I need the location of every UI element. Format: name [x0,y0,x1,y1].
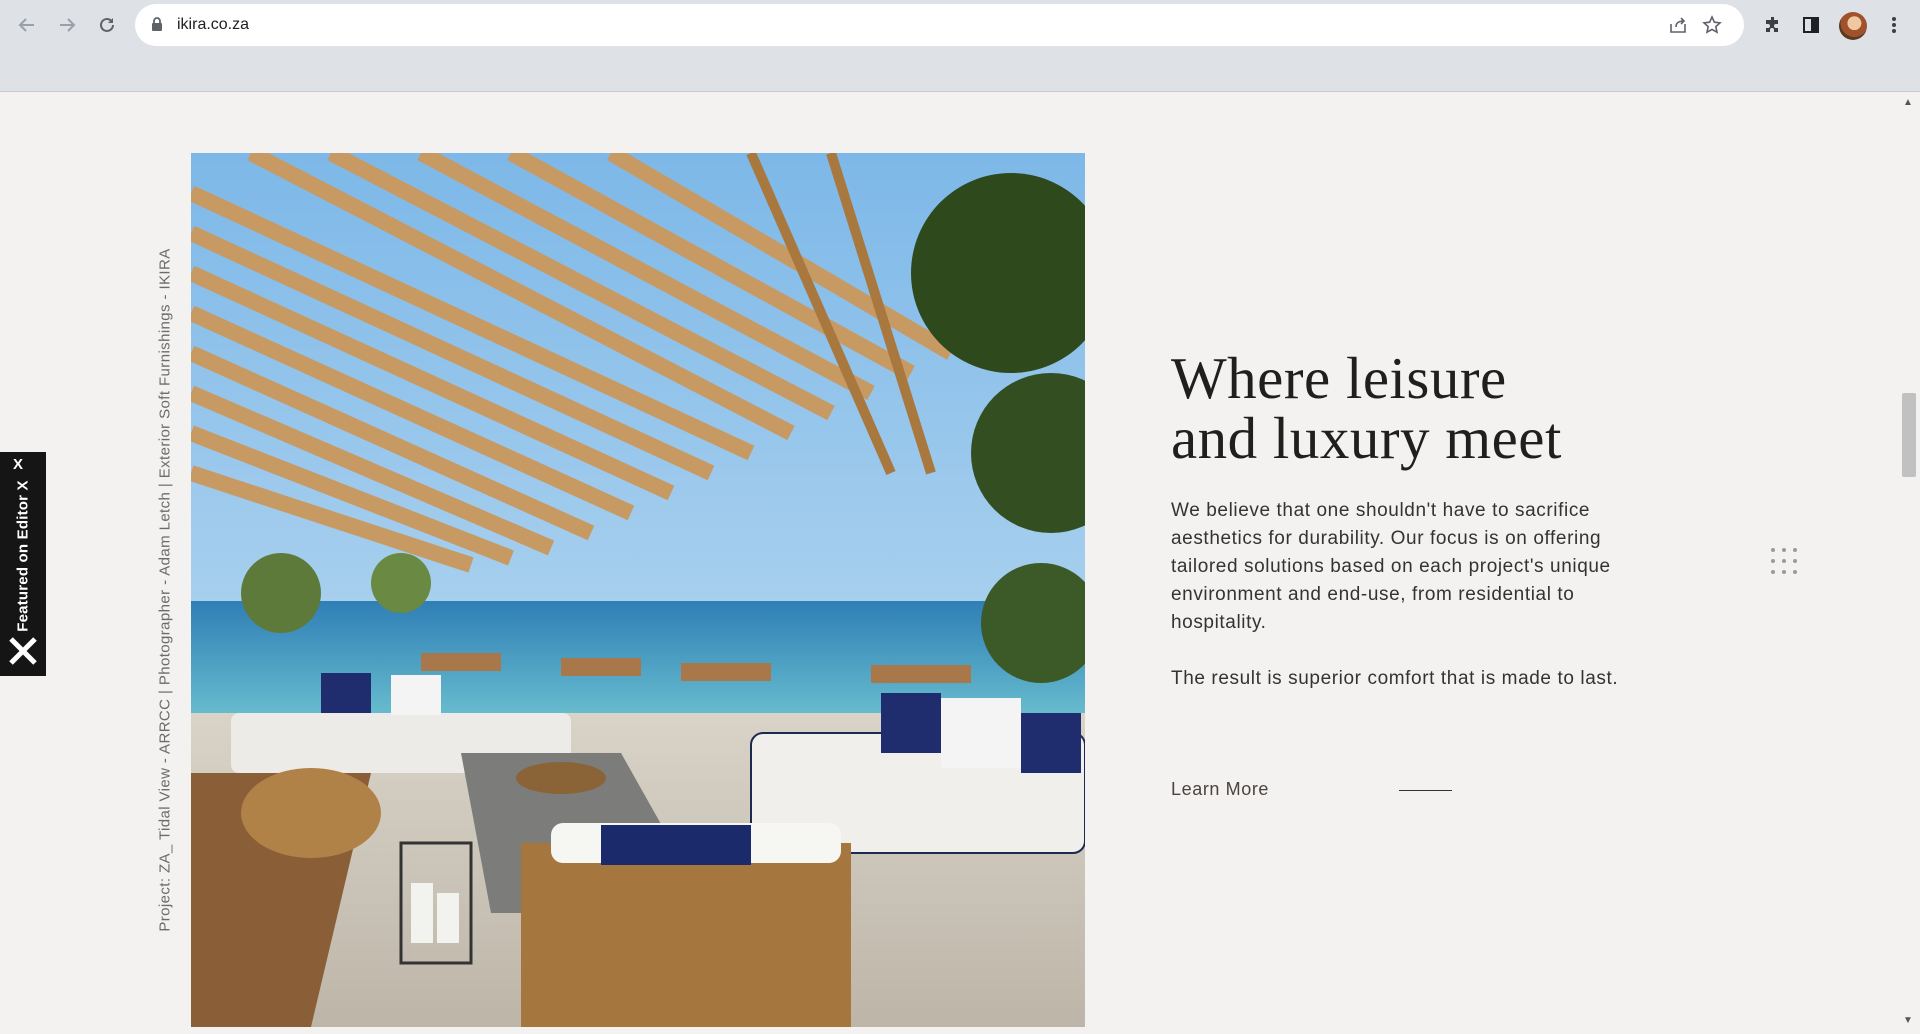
avatar[interactable] [1839,12,1867,40]
scrollbar-thumb[interactable] [1902,393,1916,477]
extensions-icon[interactable] [1759,11,1787,39]
back-icon[interactable] [10,8,44,42]
heading-line-2: and luxury meet [1171,405,1562,471]
photo-credits: Project: ZA_ Tidal View - ARRCC | Photog… [156,248,174,932]
editor-badge-close[interactable]: X [13,456,23,473]
star-icon[interactable] [1700,13,1724,37]
grid-menu-icon[interactable] [1771,548,1799,576]
scroll-up-arrow-icon[interactable]: ▲ [1903,97,1913,108]
browser-toolbar: ikira.co.za [0,0,1920,92]
menu-icon[interactable] [1880,11,1908,39]
result-paragraph: The result is superior comfort that is m… [1171,668,1619,689]
intro-paragraph: We believe that one shouldn't have to sa… [1171,500,1611,633]
page-title: Where leisure and luxury meet [1171,348,1562,468]
hero-photo [191,153,1085,1027]
forward-icon[interactable] [50,8,84,42]
learn-more-link[interactable]: Learn More [1171,779,1269,800]
lock-icon [151,17,163,37]
editor-x-logo-icon [7,635,39,672]
address-bar[interactable]: ikira.co.za [135,4,1744,46]
heading-line-1: Where leisure [1171,345,1507,411]
share-icon[interactable] [1666,13,1690,37]
url-text[interactable]: ikira.co.za [177,16,249,34]
scroll-down-arrow-icon[interactable]: ▼ [1903,1015,1913,1026]
editor-badge-label: Featured on Editor X [14,480,32,632]
reload-icon[interactable] [90,8,124,42]
side-panel-icon[interactable] [1797,11,1825,39]
learn-more-underline [1399,790,1452,791]
editor-x-badge[interactable]: X Featured on Editor X [0,452,46,676]
